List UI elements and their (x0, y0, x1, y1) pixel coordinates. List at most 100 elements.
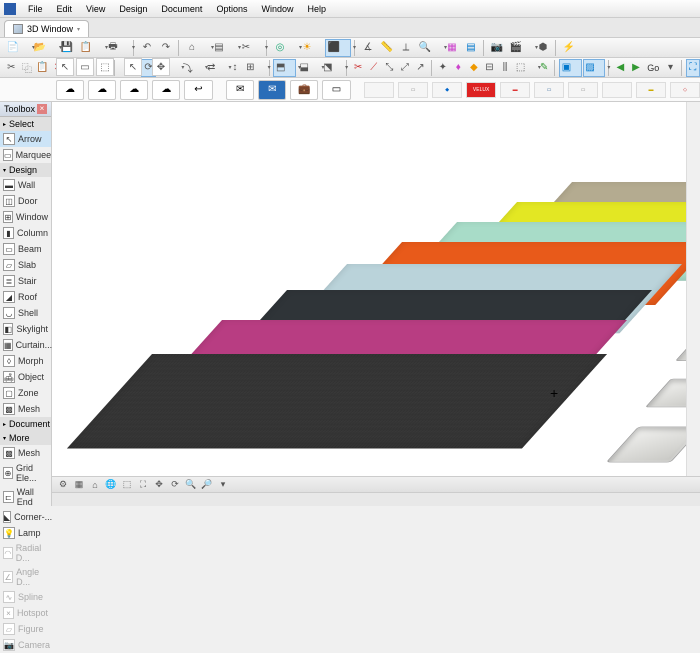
paste-btn[interactable]: 📋 (35, 59, 50, 77)
tool-c[interactable]: ⟂ (397, 39, 415, 57)
multiply-btn[interactable]: ⊞▾ (243, 59, 266, 77)
tool-stair[interactable]: ≣Stair (0, 273, 51, 289)
panel-charcoal[interactable] (67, 354, 607, 449)
tool-corner[interactable]: ◣Corner-... (0, 509, 51, 525)
menu-design[interactable]: Design (113, 2, 153, 16)
tool-roof[interactable]: ◢Roof (0, 289, 51, 305)
save-btn[interactable]: 💾 (58, 39, 76, 57)
3d-scene[interactable]: + (52, 102, 700, 476)
tool-b[interactable]: 📏 (378, 39, 396, 57)
energy-btn[interactable]: ⚡ (560, 39, 578, 57)
print-btn[interactable]: 🖶▾ (104, 39, 130, 57)
toolbox-close[interactable]: × (37, 104, 47, 114)
trim-btn[interactable]: ⟋ (366, 59, 381, 77)
inbox-btn[interactable]: ✉ (258, 80, 286, 100)
brand-7[interactable]: ▭ (568, 82, 598, 98)
section-design[interactable]: ▾Design (0, 163, 51, 177)
cut2-btn[interactable]: ✂ (4, 59, 19, 77)
brand-9[interactable]: ▬ (636, 82, 666, 98)
tool-beam[interactable]: ▭Beam (0, 241, 51, 257)
next-btn[interactable]: ▶ (629, 59, 644, 77)
cloud-exit-btn[interactable]: ☁ (152, 80, 180, 100)
tool-marquee[interactable]: ▭Marquee (0, 147, 51, 163)
menu-view[interactable]: View (80, 2, 111, 16)
menu-window[interactable]: Window (255, 2, 299, 16)
brand-8[interactable] (602, 82, 632, 98)
filter-btn[interactable]: ▦ (443, 39, 461, 57)
intersect-btn[interactable]: ⬓▾ (297, 59, 320, 77)
tool-curtain[interactable]: ▦Curtain... (0, 337, 51, 353)
tool-wall[interactable]: ▬Wall (0, 177, 51, 193)
brand-10[interactable]: ◇ (670, 82, 700, 98)
adjust-btn[interactable]: ⬒▾ (273, 59, 296, 77)
solid-op-btn[interactable]: ♦ (451, 59, 466, 77)
render-btn[interactable]: 🎬▾ (507, 39, 533, 57)
tab-dropdown-icon[interactable]: ▾ (77, 26, 80, 33)
order-btn[interactable]: ⬚▾ (513, 59, 536, 77)
selmode-3[interactable]: ⬚ (96, 58, 114, 76)
section-select[interactable]: ▸Select (0, 117, 51, 131)
cloud-down-btn[interactable]: ☁ (56, 80, 84, 100)
display2-btn[interactable]: ▨▾ (583, 59, 606, 77)
tool-object[interactable]: 🛋Object (0, 369, 51, 385)
new-btn[interactable]: 📄▾ (4, 39, 30, 57)
brand-1[interactable] (364, 82, 394, 98)
tab-3d-window[interactable]: 3D Window ▾ (4, 20, 89, 37)
selmode-1[interactable]: ↖ (56, 58, 74, 76)
mail-btn[interactable]: ✉ (226, 80, 254, 100)
tool-door[interactable]: ◫Door (0, 193, 51, 209)
vp-grid[interactable]: ▦ (72, 478, 86, 492)
vp-home[interactable]: ⌂ (88, 478, 102, 492)
selmode-2[interactable]: ▭ (76, 58, 94, 76)
vp-settings[interactable]: ⚙ (56, 478, 70, 492)
extend-btn[interactable]: ⤡ (382, 59, 397, 77)
display-btn[interactable]: ▣▾ (559, 59, 582, 77)
tool-window[interactable]: ⊞Window (0, 209, 51, 225)
vp-rot[interactable]: ⟳ (168, 478, 182, 492)
tool-lamp[interactable]: 💡Lamp (0, 525, 51, 541)
folder-btn[interactable]: ▭ (322, 80, 350, 100)
tool-gridele[interactable]: ⊕Grid Ele... (0, 461, 51, 485)
split2-btn[interactable]: ✂ (351, 59, 366, 77)
vp-fit[interactable]: ⛶ (136, 478, 150, 492)
viewport-3d[interactable]: + ⚙ ▦ ⌂ 🌐 ⬚ ⛶ ✥ ⟳ 🔍 🔎 ▾ (52, 102, 700, 492)
tool-zone[interactable]: ▢Zone (0, 385, 51, 401)
go-dd[interactable]: ▾ (663, 59, 678, 77)
tool-mesh2[interactable]: ▩Mesh (0, 445, 51, 461)
open-btn[interactable]: 📂▾ (31, 39, 57, 57)
menu-document[interactable]: Document (155, 2, 208, 16)
layers-btn[interactable]: ▤ (462, 39, 480, 57)
section-more[interactable]: ▾More (0, 431, 51, 445)
menu-file[interactable]: File (22, 2, 49, 16)
selmode-4[interactable]: ↖ (124, 58, 142, 76)
brand-3[interactable]: ◆ (432, 82, 462, 98)
scrollbar-vertical[interactable] (686, 102, 700, 476)
tool-shell[interactable]: ◡Shell (0, 305, 51, 321)
camera-btn[interactable]: ◎▾ (271, 39, 297, 57)
brand-velux[interactable]: VELUX (466, 82, 496, 98)
cloud-sync-btn[interactable]: ☁ (120, 80, 148, 100)
menu-help[interactable]: Help (301, 2, 332, 16)
vp-dd[interactable]: ▾ (216, 478, 230, 492)
cloud-up-btn[interactable]: ☁ (88, 80, 116, 100)
tool-arrow[interactable]: ↖Arrow (0, 131, 51, 147)
copy-btn[interactable]: ⿻ (20, 59, 35, 77)
rotate-btn[interactable]: ⤵▾ (180, 59, 203, 77)
split-btn[interactable]: ⬔▾ (321, 59, 344, 77)
home-btn[interactable]: ⛶ (686, 59, 700, 77)
selmode-5[interactable]: ✥ (152, 58, 170, 76)
photo-btn[interactable]: 📷 (488, 39, 506, 57)
redo-btn[interactable]: ↷ (157, 39, 175, 57)
tool-slab[interactable]: ▱Slab (0, 257, 51, 273)
vp-zoomin[interactable]: 🔍 (184, 478, 198, 492)
find-btn[interactable]: 🔍▾ (416, 39, 442, 57)
brand-6[interactable]: ▭ (534, 82, 564, 98)
mirror-btn[interactable]: ⇄▾ (204, 59, 227, 77)
floor-btn[interactable]: ⌂▾ (183, 39, 209, 57)
cloud-back-btn[interactable]: ↩ (184, 80, 212, 100)
edit-btn[interactable]: ✎ (537, 59, 552, 77)
brand-2[interactable]: ▭ (398, 82, 428, 98)
vp-zoomout[interactable]: 🔎 (200, 478, 214, 492)
briefcase-btn[interactable]: 💼 (290, 80, 318, 100)
vp-pan[interactable]: ✥ (152, 478, 166, 492)
